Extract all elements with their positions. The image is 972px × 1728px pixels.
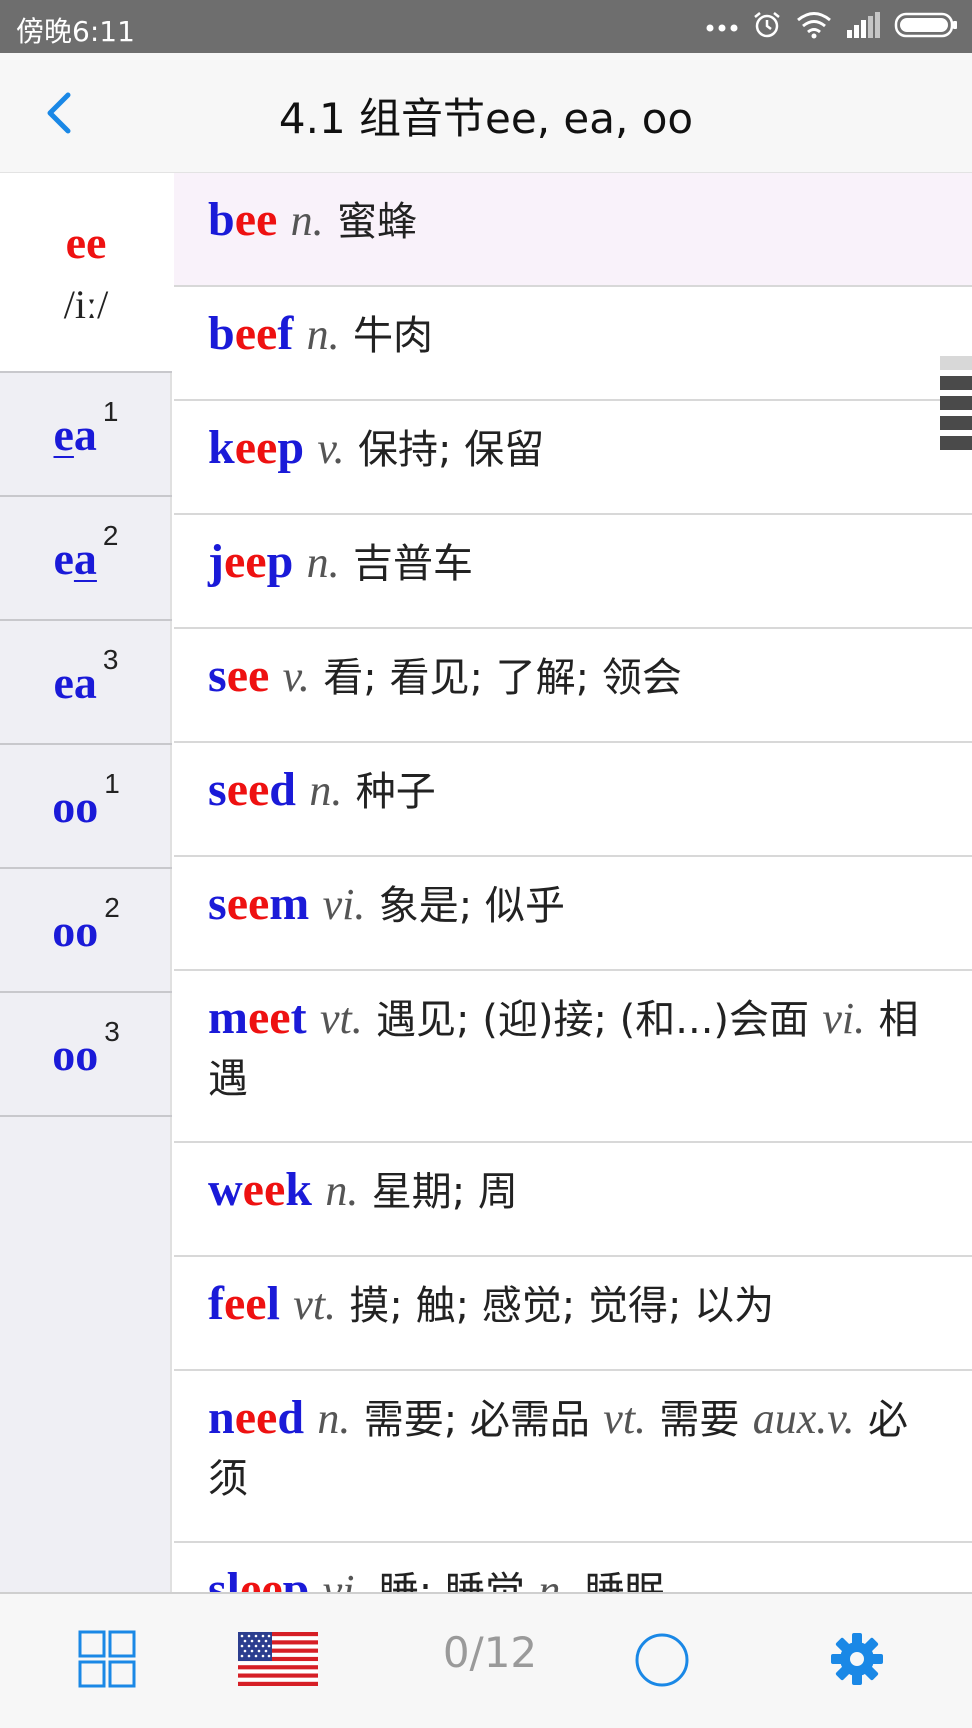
word-seem: seem <box>208 877 310 930</box>
sidebar-item-ea-2[interactable]: ea 2 <box>0 497 172 621</box>
circle-icon[interactable] <box>634 1632 690 1688</box>
header-bar: 4.1 组音节ee, ea, oo <box>0 53 972 173</box>
sidebar-item-ea-3[interactable]: ea 3 <box>0 621 172 745</box>
definition: 摸; 触; 感觉; 觉得; 以为 <box>349 1283 775 1329</box>
sidebar-item-oo-1[interactable]: oo 1 <box>0 745 172 869</box>
list-item[interactable]: sleep vi. 睡; 睡觉 n. 睡眠 <box>174 1543 972 1592</box>
part-of-speech: n. <box>306 310 340 359</box>
part-of-speech: v. <box>282 652 310 701</box>
word-bee: bee <box>208 193 278 246</box>
definition: 睡; 睡觉 <box>378 1569 526 1592</box>
list-item[interactable]: feel vt. 摸; 触; 感觉; 觉得; 以为 <box>174 1257 972 1371</box>
part-of-speech: vt. <box>319 994 363 1043</box>
sidebar-item-sup: 1 <box>102 396 119 427</box>
progress-counter: 0/12 <box>442 1628 538 1677</box>
definition: 保持; 保留 <box>358 427 545 473</box>
list-item[interactable]: beef n. 牛肉 <box>174 287 972 401</box>
definition: 睡眠 <box>584 1569 665 1592</box>
sidebar-item-label: ee <box>65 217 107 268</box>
battery-icon <box>894 11 958 43</box>
list-item[interactable]: seed n. 种子 <box>174 743 972 857</box>
part-of-speech: n. <box>309 766 343 815</box>
sidebar-item-label: ea <box>53 656 97 708</box>
list-item[interactable]: see v. 看; 看见; 了解; 领会 <box>174 629 972 743</box>
wifi-icon <box>796 11 832 43</box>
word-see: see <box>208 649 270 702</box>
list-item[interactable]: meet vt. 遇见; (迎)接; (和...)会面 vi. 相遇 <box>174 971 972 1143</box>
status-bar: 傍晚6:11 <box>0 0 972 53</box>
list-item[interactable]: bee n. 蜜蜂 <box>174 173 972 287</box>
list-item[interactable]: seem vi. 象是; 似乎 <box>174 857 972 971</box>
definition: 遇见; (迎)接; (和...)会面 <box>376 997 810 1043</box>
definition: 蜜蜂 <box>337 199 418 245</box>
grid-icon[interactable] <box>78 1630 136 1688</box>
definition: 看; 看见; 了解; 领会 <box>323 655 682 701</box>
sidebar-item-label: oo <box>52 780 99 832</box>
word-seed: seed <box>208 763 296 816</box>
part-of-speech: n. <box>325 1166 359 1215</box>
definition: 种子 <box>355 769 436 815</box>
definition: 需要; 必需品 <box>363 1397 590 1443</box>
gear-icon[interactable] <box>830 1632 884 1686</box>
sidebar-item-oo-2[interactable]: oo 2 <box>0 869 172 993</box>
word-meet: meet <box>208 991 307 1044</box>
part-of-speech: vi. <box>822 994 866 1043</box>
sidebar-item-label: ea <box>53 408 97 460</box>
definition: 星期; 周 <box>371 1169 518 1215</box>
word-beef: beef <box>208 307 294 360</box>
word-week: week <box>208 1163 312 1216</box>
word-feel: feel <box>208 1277 280 1330</box>
word-sleep: sleep <box>208 1563 310 1592</box>
word-keep: keep <box>208 421 305 474</box>
sidebar-item-ea-1[interactable]: ea 1 <box>0 373 172 497</box>
part-of-speech: n. <box>290 196 324 245</box>
sidebar: ee /iː/ ea 1 ea 2 ea 3 oo 1 oo 2 oo 3 <box>0 173 172 1592</box>
part-of-speech: v. <box>317 424 345 473</box>
list-item[interactable]: jeep n. 吉普车 <box>174 515 972 629</box>
sidebar-item-label: ea <box>53 532 97 584</box>
page-title: 4.1 组音节ee, ea, oo <box>278 94 694 143</box>
word-list: bee n. 蜜蜂 beef n. 牛肉 keep v. 保持; 保留 jeep… <box>174 173 972 1592</box>
part-of-speech: n. <box>317 1394 351 1443</box>
sidebar-item-sup: 3 <box>104 1016 120 1047</box>
list-item[interactable]: week n. 星期; 周 <box>174 1143 972 1257</box>
definition: 吉普车 <box>353 541 474 587</box>
phonetic-label: /iː/ <box>63 282 109 327</box>
definition: 象是; 似乎 <box>378 883 565 929</box>
sidebar-item-ee[interactable]: ee /iː/ <box>0 173 172 373</box>
part-of-speech: n. <box>306 538 340 587</box>
part-of-speech: aux.v. <box>752 1394 855 1443</box>
list-item[interactable]: need n. 需要; 必需品 vt. 需要 aux.v. 必须 <box>174 1371 972 1543</box>
scroll-index-handle[interactable] <box>940 356 972 456</box>
sidebar-item-oo-3[interactable]: oo 3 <box>0 993 172 1117</box>
word-jeep: jeep <box>208 535 294 588</box>
definition: 需要 <box>659 1397 740 1443</box>
word-need: need <box>208 1391 305 1444</box>
list-item[interactable]: keep v. 保持; 保留 <box>174 401 972 515</box>
part-of-speech: vt. <box>293 1280 337 1329</box>
part-of-speech: vi. <box>322 1566 366 1592</box>
status-icons <box>706 8 958 46</box>
bottom-toolbar: 0/12 <box>0 1592 972 1728</box>
part-of-speech: n. <box>538 1566 572 1592</box>
sidebar-item-label: oo <box>52 904 99 956</box>
sidebar-item-sup: 2 <box>104 892 120 923</box>
sidebar-item-label: oo <box>52 1028 99 1080</box>
part-of-speech: vi. <box>322 880 366 929</box>
sidebar-item-sup: 2 <box>102 520 119 551</box>
more-dots-icon <box>706 18 738 37</box>
alarm-icon <box>752 10 782 44</box>
us-flag-icon[interactable] <box>238 1632 318 1686</box>
signal-icon <box>846 12 880 42</box>
sidebar-item-sup: 3 <box>102 644 119 675</box>
part-of-speech: vt. <box>603 1394 647 1443</box>
definition: 牛肉 <box>353 313 434 359</box>
sidebar-item-sup: 1 <box>104 768 120 799</box>
status-time: 傍晚6:11 <box>16 15 135 48</box>
